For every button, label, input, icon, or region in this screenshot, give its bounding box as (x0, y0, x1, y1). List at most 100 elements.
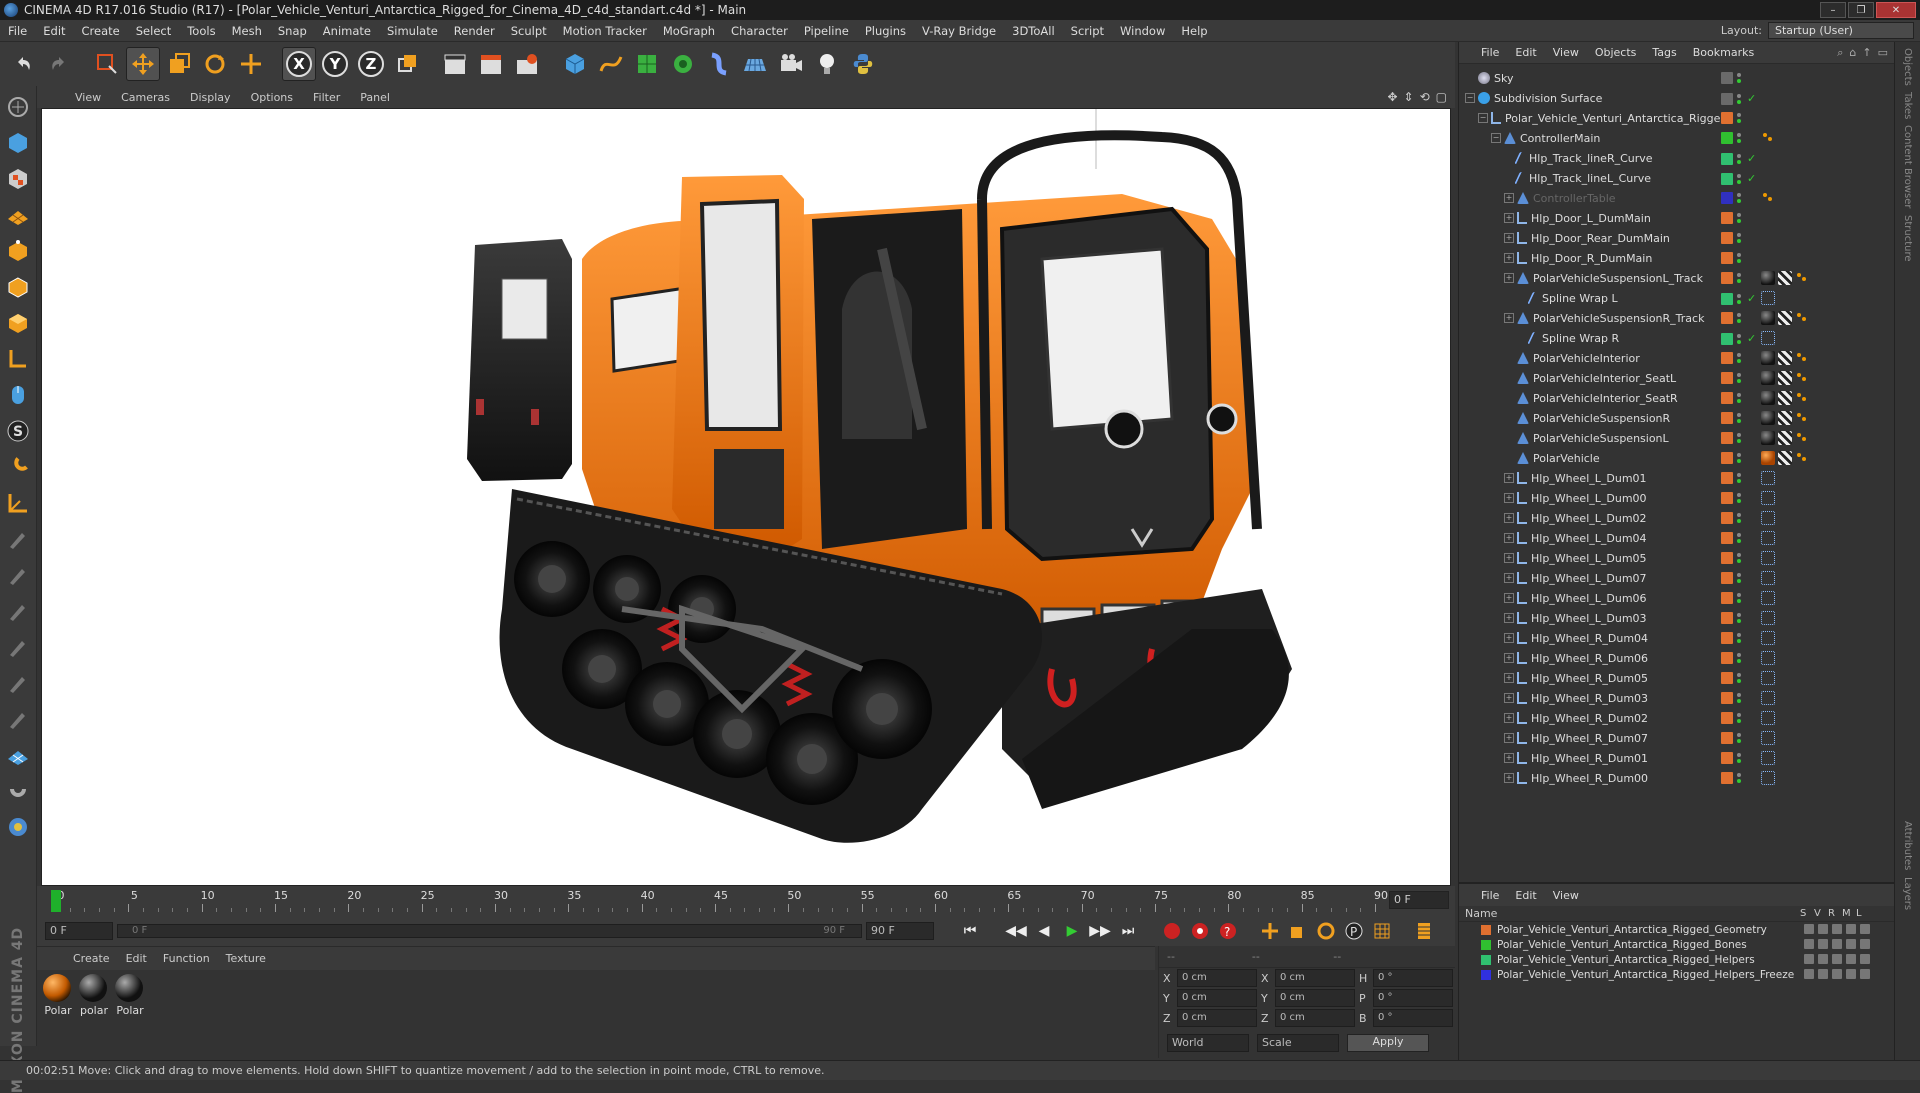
add-generator-button[interactable] (630, 47, 664, 81)
expand-toggle-icon[interactable]: + (1504, 193, 1514, 203)
layer-render-toggle-icon[interactable] (1832, 954, 1842, 964)
selection-tag-icon[interactable] (1761, 191, 1775, 205)
previous-frame-button[interactable]: ◀ (1032, 919, 1056, 943)
material-tag-icon[interactable] (1761, 271, 1775, 285)
layer-menu-view[interactable]: View (1545, 889, 1587, 902)
viewport-menu-panel[interactable]: Panel (350, 91, 400, 104)
object-row[interactable]: + Hlp_Wheel_L_Dum04 (1459, 528, 1895, 548)
object-menu-tags[interactable]: Tags (1644, 46, 1684, 59)
checker-grid-button[interactable] (3, 740, 33, 770)
point-selection-tag-icon[interactable] (1761, 611, 1775, 625)
material-swatch[interactable]: polar (79, 974, 109, 1054)
next-frame-button[interactable]: ▶▶ (1088, 919, 1112, 943)
layer-color-chip[interactable] (1721, 652, 1733, 664)
layer-color-chip[interactable] (1721, 192, 1733, 204)
layer-color-swatch[interactable] (1481, 939, 1491, 950)
enabled-check-icon[interactable]: ✓ (1747, 172, 1757, 185)
object-row[interactable]: Sky (1459, 68, 1895, 88)
object-row[interactable]: PolarVehicleInterior_SeatR (1459, 388, 1895, 408)
point-selection-tag-icon[interactable] (1761, 471, 1775, 485)
key-scale-button[interactable] (1286, 919, 1310, 943)
layer-color-swatch[interactable] (1481, 969, 1491, 980)
playhead-marker[interactable] (51, 890, 61, 912)
position-field[interactable]: 0 cm (1177, 969, 1257, 987)
render-view-button[interactable] (438, 47, 472, 81)
up-arrow-icon[interactable]: ↑ (1862, 46, 1871, 60)
viewport-menu-display[interactable]: Display (180, 91, 241, 104)
layer-manager-toggle-icon[interactable] (1846, 969, 1856, 979)
object-row[interactable]: + Hlp_Wheel_R_Dum03 (1459, 688, 1895, 708)
visibility-dots-icon[interactable] (1737, 133, 1743, 143)
expand-toggle-icon[interactable]: + (1504, 513, 1514, 523)
apply-button[interactable]: Apply (1347, 1034, 1429, 1052)
x-axis-lock-button[interactable]: X (282, 47, 316, 81)
point-selection-tag-icon[interactable] (1761, 591, 1775, 605)
selection-tag-icon[interactable] (1795, 431, 1809, 445)
point-selection-tag-icon[interactable] (1761, 751, 1775, 765)
object-row[interactable]: PolarVehicleSuspensionL (1459, 428, 1895, 448)
layer-color-chip[interactable] (1721, 112, 1733, 124)
visibility-dots-icon[interactable] (1737, 513, 1743, 523)
layer-color-chip[interactable] (1721, 392, 1733, 404)
object-row[interactable]: PolarVehicle (1459, 448, 1895, 468)
end-frame-field[interactable]: 90 F (866, 922, 934, 940)
live-selection-button[interactable] (90, 47, 124, 81)
layer-color-chip[interactable] (1721, 692, 1733, 704)
menu-tools[interactable]: Tools (179, 24, 223, 38)
material-menu-edit[interactable]: Edit (118, 952, 155, 965)
object-row[interactable]: + PolarVehicleSuspensionL_Track (1459, 268, 1895, 288)
texture-tag-icon[interactable] (1778, 271, 1792, 285)
selection-tag-icon[interactable] (1795, 311, 1809, 325)
viewport-menu-view[interactable]: View (65, 91, 111, 104)
previous-key-button[interactable]: ◀◀ (1004, 919, 1028, 943)
polygons-mode-button[interactable] (3, 308, 33, 338)
selection-tag-icon[interactable] (1761, 131, 1775, 145)
texture-tag-icon[interactable] (1778, 311, 1792, 325)
visibility-dots-icon[interactable] (1737, 733, 1743, 743)
texture-mode-button[interactable] (3, 164, 33, 194)
point-selection-tag-icon[interactable] (1761, 291, 1775, 305)
coordinate-system-button[interactable] (390, 47, 424, 81)
menu-character[interactable]: Character (723, 24, 796, 38)
visibility-dots-icon[interactable] (1737, 553, 1743, 563)
point-selection-tag-icon[interactable] (1761, 491, 1775, 505)
visibility-dots-icon[interactable] (1737, 593, 1743, 603)
undo-button[interactable] (6, 47, 40, 81)
last-tool-button[interactable] (234, 47, 268, 81)
add-spline-button[interactable] (594, 47, 628, 81)
menu-help[interactable]: Help (1173, 24, 1215, 38)
layer-manager-toggle-icon[interactable] (1846, 924, 1856, 934)
current-frame-field[interactable]: 0 F (45, 922, 113, 940)
add-deformer-button[interactable] (702, 47, 736, 81)
menu-sculpt[interactable]: Sculpt (503, 24, 555, 38)
visibility-dots-icon[interactable] (1737, 453, 1743, 463)
object-row[interactable]: Hlp_Track_lineL_Curve ✓ (1459, 168, 1895, 188)
layer-color-chip[interactable] (1721, 292, 1733, 305)
layer-color-chip[interactable] (1721, 312, 1733, 324)
timeline[interactable]: 0 5 10 15 20 25 30 35 40 45 50 55 60 65 70 75 80 85 90 0 F (37, 886, 1455, 916)
object-menu-view[interactable]: View (1545, 46, 1587, 59)
layer-solo-toggle-icon[interactable] (1804, 939, 1814, 949)
side-tab-structure[interactable]: Structure (1902, 215, 1913, 262)
size-field[interactable]: 0 cm (1275, 989, 1355, 1007)
layer-row[interactable]: Polar_Vehicle_Venturi_Antarctica_Rigged_… (1459, 922, 1895, 937)
layer-locked-toggle-icon[interactable] (1860, 924, 1870, 934)
timeline-window-button[interactable] (1412, 919, 1436, 943)
points-mode-button[interactable] (3, 236, 33, 266)
point-selection-tag-icon[interactable] (1761, 531, 1775, 545)
tweak-mode-button[interactable] (3, 380, 33, 410)
object-row[interactable]: + Hlp_Wheel_R_Dum05 (1459, 668, 1895, 688)
search-icon[interactable]: ⌕ (1837, 46, 1843, 60)
menu-mesh[interactable]: Mesh (224, 24, 270, 38)
expand-toggle-icon[interactable]: + (1504, 553, 1514, 563)
layer-color-chip[interactable] (1721, 752, 1733, 764)
key-rotation-button[interactable] (1314, 919, 1338, 943)
visibility-dots-icon[interactable] (1737, 713, 1743, 723)
maximize-button[interactable]: ❐ (1848, 2, 1874, 18)
material-tag-icon[interactable] (1761, 411, 1775, 425)
side-tab-content-browser[interactable]: Content Browser (1902, 125, 1913, 208)
selection-tag-icon[interactable] (1795, 371, 1809, 385)
visibility-dots-icon[interactable] (1737, 473, 1743, 483)
key-pla-button[interactable] (1370, 919, 1394, 943)
expand-toggle-icon[interactable]: + (1504, 213, 1514, 223)
